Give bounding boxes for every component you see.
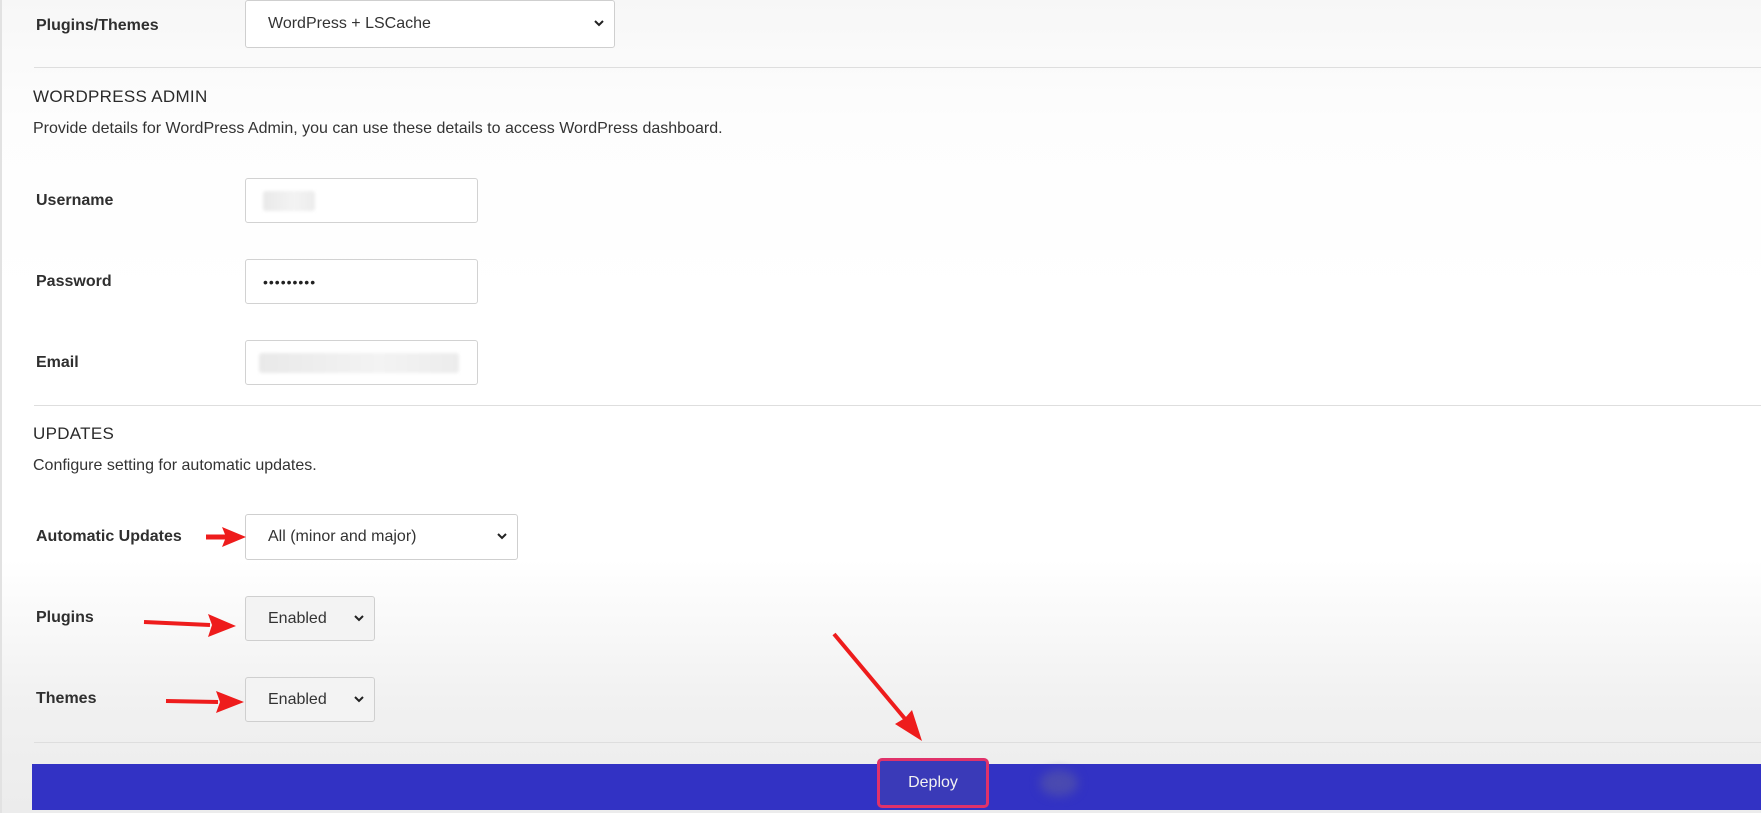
- updates-title: UPDATES: [33, 424, 115, 443]
- left-border: [0, 0, 2, 813]
- email-value-blurred: [259, 352, 459, 373]
- section-divider: [34, 405, 1761, 406]
- password-input[interactable]: •••••••••: [245, 259, 478, 304]
- red-arrow-annotation: [143, 614, 236, 637]
- themes-updates-label: Themes: [36, 690, 97, 707]
- chevron-down-icon: [354, 695, 364, 702]
- updates-description: Configure setting for automatic updates.: [33, 457, 317, 474]
- themes-updates-value: Enabled: [268, 690, 327, 708]
- themes-updates-select[interactable]: Enabled: [245, 677, 375, 722]
- wordpress-deploy-form: Plugins/Themes WordPress + LSCache WORDP…: [0, 0, 1761, 813]
- chevron-down-icon: [594, 20, 604, 27]
- automatic-updates-label: Automatic Updates: [36, 528, 182, 545]
- section-divider: [34, 67, 1761, 68]
- red-arrow-annotation: [206, 527, 246, 547]
- deploy-button-label: Deploy: [908, 774, 958, 791]
- username-value-blurred: [263, 190, 315, 211]
- email-label: Email: [36, 354, 79, 371]
- plugins-themes-label: Plugins/Themes: [36, 17, 159, 34]
- plugins-updates-value: Enabled: [268, 609, 327, 627]
- password-value: •••••••••: [263, 273, 317, 290]
- section-divider: [34, 742, 1761, 743]
- red-arrow-annotation: [832, 632, 922, 741]
- chevron-down-icon: [497, 533, 507, 540]
- plugins-updates-label: Plugins: [36, 609, 94, 626]
- wordpress-admin-title: WORDPRESS ADMIN: [33, 87, 208, 106]
- automatic-updates-select[interactable]: All (minor and major): [245, 514, 518, 560]
- username-label: Username: [36, 192, 114, 209]
- password-label: Password: [36, 273, 112, 290]
- mouse-cursor-blur: [1040, 770, 1078, 796]
- deploy-button[interactable]: Deploy: [877, 758, 989, 808]
- email-input[interactable]: [245, 340, 478, 385]
- plugins-updates-select[interactable]: Enabled: [245, 596, 375, 641]
- automatic-updates-value: All (minor and major): [268, 528, 417, 545]
- wordpress-admin-description: Provide details for WordPress Admin, you…: [33, 120, 723, 137]
- chevron-down-icon: [354, 614, 364, 621]
- red-arrow-annotation: [165, 691, 244, 713]
- plugins-themes-value: WordPress + LSCache: [268, 15, 431, 32]
- plugins-themes-select[interactable]: WordPress + LSCache: [245, 0, 615, 48]
- username-input[interactable]: [245, 178, 478, 223]
